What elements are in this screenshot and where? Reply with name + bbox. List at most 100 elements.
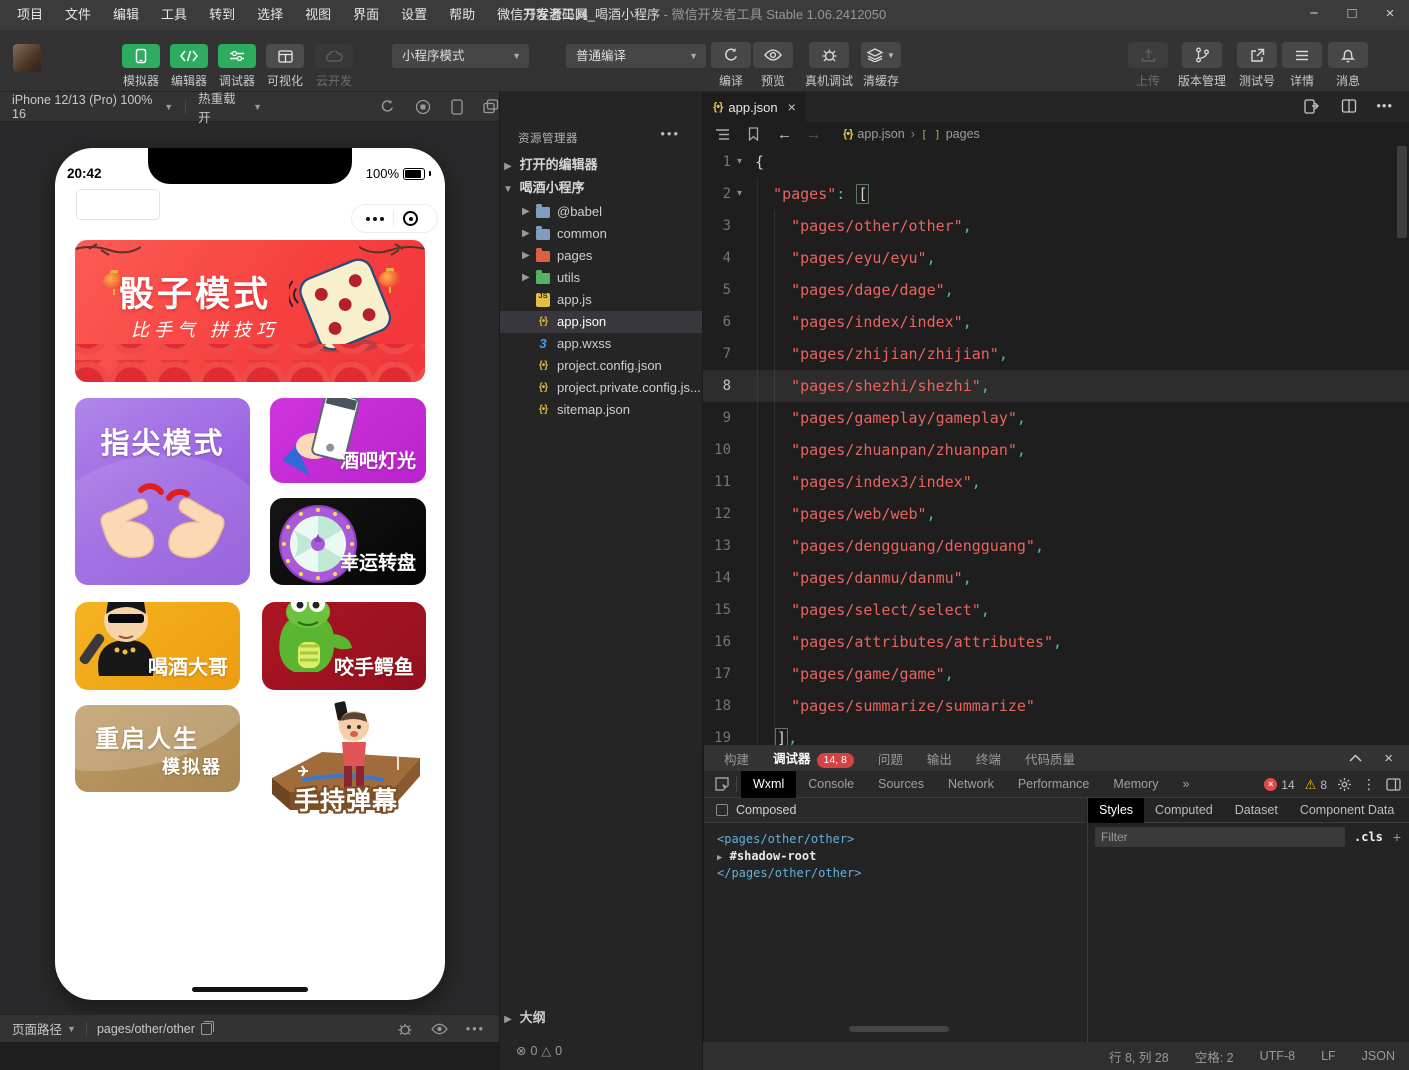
menu-编辑[interactable]: 编辑 [102, 0, 150, 30]
code-line-9[interactable]: 9"pages/gameplay/gameplay", [703, 402, 1409, 434]
nav-back-icon[interactable]: ← [777, 126, 792, 143]
drinking-bro-card[interactable]: 喝酒大哥 [75, 602, 240, 690]
action-编译[interactable]: 编译 [709, 42, 753, 89]
tree-item-pages[interactable]: ▶pages [500, 245, 702, 267]
code-line-13[interactable]: 13"pages/dengguang/dengguang", [703, 530, 1409, 562]
editor-more-icon[interactable]: ••• [1376, 98, 1393, 113]
tree-item-sitemap.json[interactable]: ▶{•}sitemap.json [500, 399, 702, 421]
warning-counter[interactable]: ⚠ 8 [1305, 777, 1327, 793]
code-line-5[interactable]: 5"pages/dage/dage", [703, 274, 1409, 306]
action-清缓存[interactable]: ▼清缓存 [853, 42, 909, 89]
hot-reload-toggle[interactable]: 热重载 开 [198, 88, 248, 126]
wxml-open-tag[interactable]: <pages/other/other> [717, 832, 854, 846]
toggle-调试器[interactable]: 调试器 [214, 44, 260, 89]
menu-选择[interactable]: 选择 [246, 0, 294, 30]
menu-工具[interactable]: 工具 [150, 0, 198, 30]
more-icon[interactable]: ••• [466, 1022, 485, 1036]
tree-item-@babel[interactable]: ▶@babel [500, 201, 702, 223]
horizontal-scrollbar[interactable] [849, 1026, 949, 1032]
capsule-close-icon[interactable] [403, 211, 418, 226]
code-line-16[interactable]: 16"pages/attributes/attributes", [703, 626, 1409, 658]
tab-app-json[interactable]: {•} app.json × [703, 92, 806, 122]
restart-icon[interactable] [380, 99, 395, 114]
nav-forward-icon[interactable]: → [806, 126, 821, 143]
code-line-14[interactable]: 14"pages/danmu/danmu", [703, 562, 1409, 594]
devtools-tab-memory[interactable]: Memory [1101, 771, 1170, 798]
wxml-close-tag[interactable]: </pages/other/other> [717, 866, 862, 880]
panel-tab-构建[interactable]: 构建 [724, 749, 749, 768]
outline-list-icon[interactable] [715, 128, 730, 141]
bug-icon[interactable] [397, 1021, 413, 1037]
editor-scrollbar[interactable] [1397, 146, 1407, 238]
tree-item-project.private.config.js...[interactable]: ▶{•}project.private.config.js... [500, 377, 702, 399]
right-上传[interactable]: 上传 [1126, 42, 1170, 89]
cursor-position[interactable]: 行 8, 列 28 [1109, 1047, 1169, 1066]
panel-tab-输出[interactable]: 输出 [927, 749, 952, 768]
project-root-section[interactable]: ▼ 喝酒小程序 [500, 177, 702, 199]
right-版本管理[interactable]: 版本管理 [1174, 42, 1230, 89]
tree-item-project.config.json[interactable]: ▶{•}project.config.json [500, 355, 702, 377]
devtools-tab-performance[interactable]: Performance [1006, 771, 1102, 798]
user-avatar[interactable] [13, 44, 41, 72]
more-tabs-icon[interactable]: » [1171, 771, 1202, 798]
capsule-menu[interactable] [351, 204, 438, 233]
close-button[interactable]: × [1371, 0, 1409, 30]
stop-icon[interactable] [415, 99, 431, 115]
code-line-15[interactable]: 15"pages/select/select", [703, 594, 1409, 626]
devtools-tab-sources[interactable]: Sources [866, 771, 936, 798]
code-line-3[interactable]: 3"pages/other/other", [703, 210, 1409, 242]
code-line-18[interactable]: 18"pages/summarize/summarize" [703, 690, 1409, 722]
compile-mode-dropdown[interactable]: 普通编译▼ [566, 44, 706, 68]
error-counter[interactable]: × 14 [1264, 778, 1294, 792]
toggle-编辑器[interactable]: 编辑器 [166, 44, 212, 89]
menu-转到[interactable]: 转到 [198, 0, 246, 30]
menu-微信开发者工具[interactable]: 微信开发者工具 [486, 0, 599, 30]
menu-文件[interactable]: 文件 [54, 0, 102, 30]
code-line-4[interactable]: 4"pages/eyu/eyu", [703, 242, 1409, 274]
cls-button[interactable]: .cls [1354, 830, 1383, 844]
panel-tab-代码质量[interactable]: 代码质量 [1025, 749, 1075, 768]
style-tab-component-data[interactable]: Component Data [1289, 798, 1406, 823]
style-tab-dataset[interactable]: Dataset [1224, 798, 1289, 823]
code-line-19[interactable]: 19], [703, 722, 1409, 745]
code-line-17[interactable]: 17"pages/game/game", [703, 658, 1409, 690]
bar-light-card[interactable]: 酒吧灯光 [270, 398, 426, 483]
action-真机调试[interactable]: 真机调试 [801, 42, 857, 89]
encoding-setting[interactable]: UTF-8 [1260, 1049, 1295, 1063]
restart-life-card[interactable]: 重启人生 模拟器 [75, 705, 240, 792]
code-line-6[interactable]: 6"pages/index/index", [703, 306, 1409, 338]
code-line-2[interactable]: 2▾"pages": [ [703, 178, 1409, 210]
action-预览[interactable]: 预览 [751, 42, 795, 89]
panel-tab-终端[interactable]: 终端 [976, 749, 1001, 768]
open-changes-icon[interactable] [1303, 98, 1319, 115]
right-消息[interactable]: 消息 [1326, 42, 1370, 89]
panel-tab-问题[interactable]: 问题 [878, 749, 903, 768]
code-line-1[interactable]: 1▾{ [703, 146, 1409, 178]
breadcrumb-node[interactable]: pages [946, 127, 980, 141]
devtools-tab-wxml[interactable]: Wxml [741, 771, 796, 798]
split-editor-icon[interactable] [1341, 98, 1357, 114]
tree-item-app.js[interactable]: ▶JSapp.js [500, 289, 702, 311]
code-line-7[interactable]: 7"pages/zhijian/zhijian", [703, 338, 1409, 370]
toggle-云开发[interactable]: 云开发 [311, 44, 357, 89]
right-详情[interactable]: 详情 [1280, 42, 1324, 89]
right-测试号[interactable]: 测试号 [1229, 42, 1285, 89]
tree-item-utils[interactable]: ▶utils [500, 267, 702, 289]
collapse-panel-icon[interactable] [1349, 754, 1362, 762]
style-filter-input[interactable] [1095, 827, 1345, 847]
code-line-11[interactable]: 11"pages/index3/index", [703, 466, 1409, 498]
tree-item-common[interactable]: ▶common [500, 223, 702, 245]
lucky-wheel-card[interactable]: 幸运转盘 [270, 498, 426, 585]
fold-chevron-icon[interactable]: ▾ [737, 178, 742, 210]
toggle-可视化[interactable]: 可视化 [262, 44, 308, 89]
menu-界面[interactable]: 界面 [342, 0, 390, 30]
multi-window-icon[interactable] [483, 99, 499, 114]
eye-icon[interactable] [431, 1023, 448, 1035]
code-line-8[interactable]: 8"pages/shezhi/shezhi", [703, 370, 1409, 402]
fingertip-mode-card[interactable]: 指尖模式 [75, 398, 250, 585]
tab-close-icon[interactable]: × [788, 99, 796, 115]
composed-checkbox[interactable] [716, 804, 728, 816]
menu-设置[interactable]: 设置 [390, 0, 438, 30]
explorer-more-icon[interactable]: ••• [660, 126, 680, 141]
fold-chevron-icon[interactable]: ▾ [737, 146, 742, 178]
